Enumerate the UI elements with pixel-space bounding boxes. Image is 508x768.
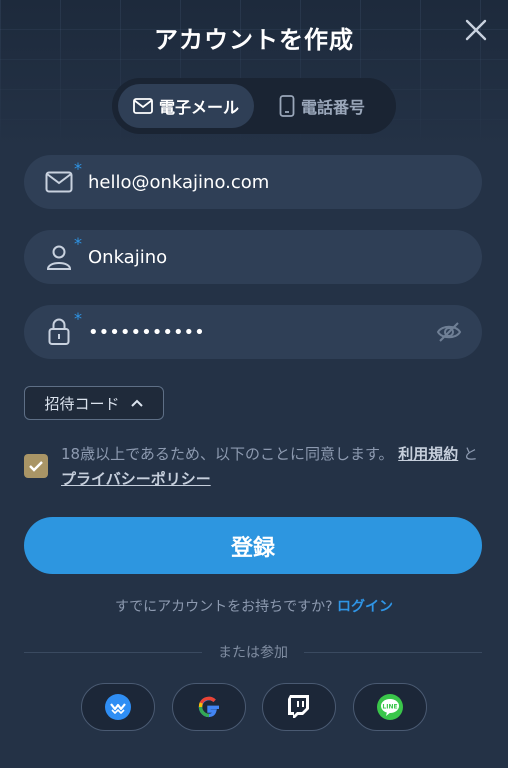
email-field[interactable]: * hello@onkajino.com [24, 155, 482, 209]
username-field-icon-wrap: * [44, 234, 82, 272]
required-asterisk: * [74, 309, 82, 328]
user-icon [46, 245, 72, 270]
consent-statement: 18歳以上であるため、以下のことに同意します。 [61, 445, 394, 463]
divider-line [24, 651, 202, 653]
mail-icon [45, 171, 73, 193]
register-button[interactable]: 登録 [24, 517, 482, 574]
email-field-icon-wrap: * [44, 159, 82, 197]
google-login-button[interactable] [171, 683, 246, 731]
consent-checkbox[interactable] [24, 454, 48, 478]
tab-phone[interactable]: 電話番号 [254, 84, 390, 128]
close-icon[interactable] [462, 16, 490, 44]
check-icon [29, 461, 43, 472]
wallet-icon [105, 694, 131, 720]
line-icon: LINE [376, 694, 403, 720]
google-icon [198, 696, 219, 718]
divider: または参加 [24, 642, 482, 662]
email-input-value[interactable]: hello@onkajino.com [88, 172, 269, 193]
password-field[interactable]: * ••••••••••• [24, 305, 482, 359]
tab-email[interactable]: 電子メール [118, 84, 254, 128]
consent-text: 18歳以上であるため、以下のことに同意します。 利用規約 と プライバシーポリシ… [61, 442, 484, 492]
social-login-row: LINE [81, 683, 427, 731]
password-field-icon-wrap: * [44, 309, 82, 347]
username-input-value[interactable]: Onkajino [88, 247, 167, 268]
consent-row: 18歳以上であるため、以下のことに同意します。 利用規約 と プライバシーポリシ… [24, 442, 484, 492]
phone-icon [279, 95, 295, 117]
tab-phone-label: 電話番号 [300, 98, 365, 117]
line-login-button[interactable]: LINE [352, 683, 427, 731]
twitch-icon [288, 695, 310, 718]
lock-icon [48, 318, 70, 345]
svg-text:LINE: LINE [382, 704, 397, 711]
page-title: アカウントを作成 [154, 26, 354, 54]
tab-email-label: 電子メール [158, 98, 239, 117]
invite-code-toggle[interactable]: 招待コード [24, 386, 164, 420]
username-field[interactable]: * Onkajino [24, 230, 482, 284]
password-input-value[interactable]: ••••••••••• [88, 322, 205, 343]
login-prompt: すでにアカウントをお持ちですか? [114, 599, 333, 615]
consent-and: と [463, 445, 479, 463]
required-asterisk: * [74, 234, 82, 253]
privacy-link[interactable]: プライバシーポリシー [61, 470, 211, 488]
eye-off-icon[interactable] [436, 319, 462, 345]
signup-method-tabs: 電子メール 電話番号 [112, 78, 396, 134]
divider-line [304, 651, 482, 653]
required-asterisk: * [74, 159, 82, 178]
mail-icon [133, 98, 153, 114]
invite-code-label: 招待コード [44, 394, 120, 413]
divider-label: または参加 [218, 645, 288, 661]
login-link[interactable]: ログイン [337, 599, 393, 615]
login-prompt-line: すでにアカウントをお持ちですか? ログイン [0, 596, 508, 616]
wallet-login-button[interactable] [81, 683, 155, 731]
twitch-login-button[interactable] [262, 683, 337, 731]
terms-link[interactable]: 利用規約 [398, 445, 458, 463]
chevron-up-icon [130, 399, 143, 407]
